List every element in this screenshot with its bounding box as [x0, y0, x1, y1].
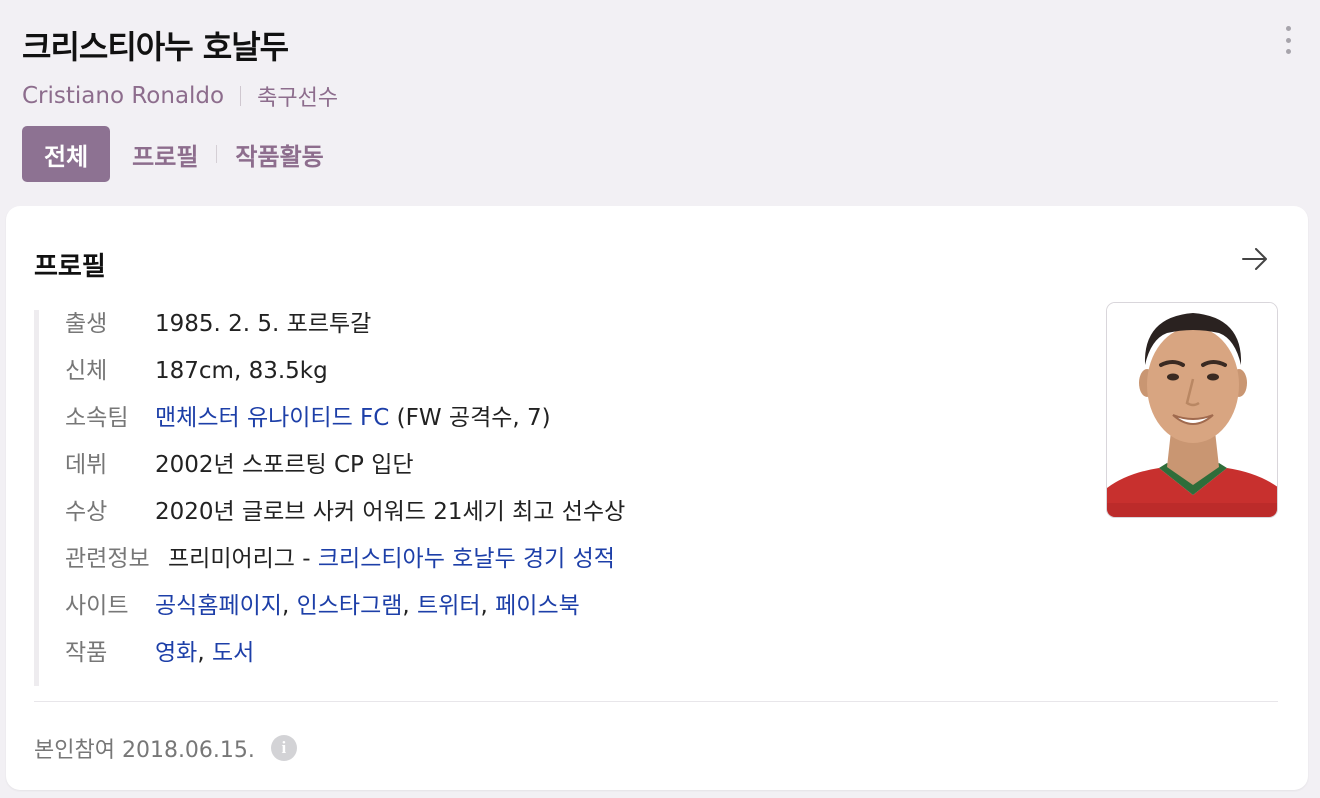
page-title: 크리스티아누 호날두 [22, 28, 289, 66]
info-row-birth: 출생 1985. 2. 5. 포르투갈 [65, 310, 1084, 357]
profile-photo[interactable] [1106, 302, 1278, 518]
team-position: (FW 공격수, 7) [389, 405, 551, 431]
info-row-award: 수상 2020년 글로브 사커 어워드 21세기 최고 선수상 [65, 498, 1084, 545]
team-link[interactable]: 맨체스터 유나이티드 FC [155, 405, 389, 431]
info-row-team: 소속팀 맨체스터 유나이티드 FC (FW 공격수, 7) [65, 404, 1084, 451]
subtitle: Cristiano Ronaldo 축구선수 [22, 80, 338, 112]
portrait-image [1107, 303, 1277, 517]
info-row-site: 사이트 공식홈페이지, 인스타그램, 트위터, 페이스북 [65, 592, 1084, 639]
movie-link[interactable]: 영화 [155, 640, 197, 666]
link-separator: , [480, 593, 496, 619]
link-separator: , [197, 640, 212, 666]
twitter-link[interactable]: 트위터 [417, 593, 480, 619]
info-label: 작품 [65, 640, 108, 666]
tab-works[interactable]: 작품활동 [225, 126, 345, 182]
name-english: Cristiano Ronaldo [22, 83, 225, 109]
info-label: 관련정보 [65, 546, 150, 572]
info-row-related: 관련정보 프리미어리그 - 크리스티아누 호날두 경기 성적 [65, 545, 1084, 592]
official-site-link[interactable]: 공식홈페이지 [155, 593, 282, 619]
match-stats-link[interactable]: 크리스티아누 호날두 경기 성적 [318, 546, 615, 572]
info-value: 2020년 글로브 사커 어워드 21세기 최고 선수상 [155, 499, 626, 525]
info-value: 1985. 2. 5. 포르투갈 [155, 311, 372, 337]
subtitle-divider [240, 86, 242, 106]
info-value: 187cm, 83.5kg [155, 358, 328, 384]
profile-card: 프로필 출생 1985. 2. 5. 포르투갈 신체 187cm, 83.5kg… [6, 206, 1308, 790]
info-value: 영화, 도서 [155, 639, 254, 667]
more-vertical-icon[interactable] [1282, 26, 1294, 54]
tab-divider [216, 145, 218, 163]
info-label: 신체 [65, 358, 108, 384]
info-value: 프리미어리그 - 크리스티아누 호날두 경기 성적 [168, 545, 615, 573]
info-icon[interactable]: i [270, 735, 297, 761]
tab-profile[interactable]: 프로필 [110, 126, 208, 182]
footer-divider [34, 701, 1278, 702]
info-row-debut: 데뷔 2002년 스포르팅 CP 입단 [65, 451, 1084, 498]
footer: 본인참여 2018.06.15. i [34, 732, 297, 764]
info-label: 수상 [65, 499, 108, 525]
link-separator: , [281, 593, 297, 619]
tab-all[interactable]: 전체 [22, 126, 111, 182]
info-row-body: 신체 187cm, 83.5kg [65, 357, 1084, 404]
info-value: 맨체스터 유나이티드 FC (FW 공격수, 7) [155, 404, 551, 432]
info-label: 데뷔 [65, 452, 108, 478]
profile-info-list: 출생 1985. 2. 5. 포르투갈 신체 187cm, 83.5kg 소속팀… [34, 310, 1084, 686]
book-link[interactable]: 도서 [212, 640, 254, 666]
category-label: 축구선수 [257, 86, 339, 111]
participation-date: 본인참여 2018.06.15. [34, 738, 255, 763]
info-label: 소속팀 [65, 405, 129, 431]
info-row-works: 작품 영화, 도서 [65, 639, 1084, 686]
info-value: 공식홈페이지, 인스타그램, 트위터, 페이스북 [155, 592, 580, 620]
link-separator: , [402, 593, 418, 619]
profile-title: 프로필 [34, 252, 106, 282]
tab-bar: 전체 프로필 작품활동 [22, 126, 346, 182]
info-value: 2002년 스포르팅 CP 입단 [155, 452, 414, 478]
instagram-link[interactable]: 인스타그램 [297, 593, 403, 619]
related-league: 프리미어리그 - [168, 546, 318, 572]
info-label: 출생 [65, 311, 108, 337]
arrow-right-icon[interactable] [1242, 248, 1268, 270]
facebook-link[interactable]: 페이스북 [495, 593, 580, 619]
info-label: 사이트 [65, 593, 129, 619]
